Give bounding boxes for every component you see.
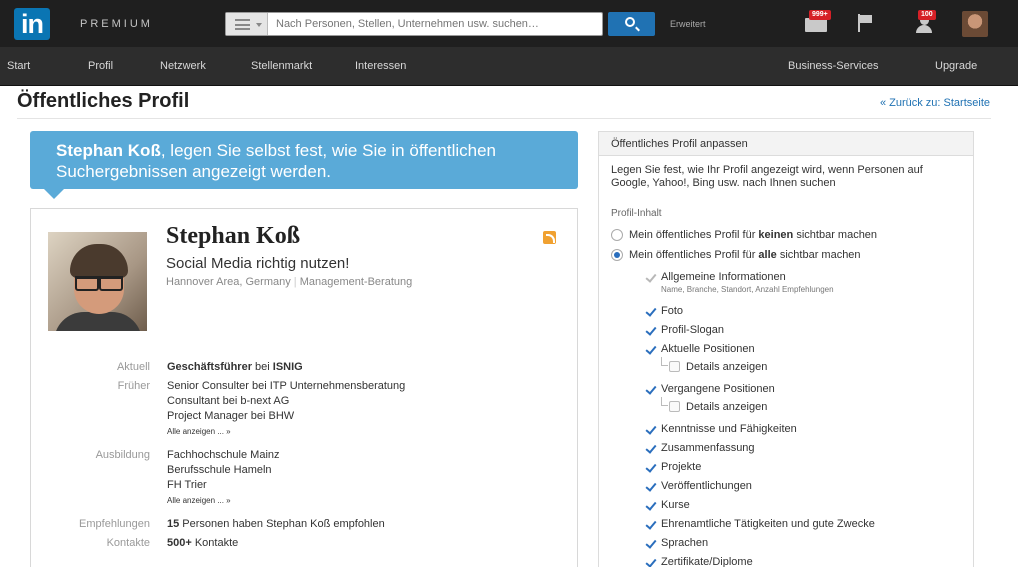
main-nav: Start Profil Netzwerk Stellenmarkt Inter… (0, 47, 1018, 86)
checkbox-past-details[interactable] (669, 401, 680, 412)
list-icon (235, 19, 250, 30)
panel-description: Legen Sie fest, wie Ihr Profil angezeigt… (611, 164, 923, 189)
checkbox-general (646, 271, 657, 282)
visibility-all-radio[interactable] (611, 249, 623, 261)
section-label: Profil-Inhalt (611, 208, 662, 219)
label-kontakte: Kontakte (106, 537, 150, 549)
checkbox-certificates[interactable] (646, 556, 657, 567)
search-button[interactable] (608, 12, 655, 36)
item-general: Allgemeine Informationen (661, 271, 786, 283)
label-empfehlungen: Empfehlungen (79, 518, 150, 530)
user-avatar[interactable] (962, 11, 988, 37)
checkbox-languages[interactable] (646, 537, 657, 548)
info-callout: Stephan Koß, legen Sie selbst fest, wie … (30, 131, 578, 189)
item-general-sub: Name, Branche, Standort, Anzahl Empfehlu… (661, 285, 834, 294)
panel-title: Öffentliches Profil anpassen (599, 132, 973, 156)
profile-location: Hannover Area, Germany (166, 276, 291, 288)
past-position: Consultant bei b-next AG (167, 395, 290, 407)
checkbox-publications[interactable] (646, 480, 657, 491)
search-input[interactable] (272, 13, 598, 35)
checkbox-past[interactable] (646, 383, 657, 394)
search-icon (625, 17, 635, 27)
profile-photo (48, 232, 147, 331)
chevron-down-icon (256, 23, 262, 27)
item-courses[interactable]: Kurse (661, 499, 690, 511)
inbox-button[interactable]: 999+ (803, 10, 831, 32)
checkbox-projects[interactable] (646, 461, 657, 472)
item-current-details[interactable]: Details anzeigen (686, 361, 767, 373)
checkbox-foto[interactable] (646, 305, 657, 316)
current-position: Geschäftsführer bei ISNIG (167, 361, 303, 373)
item-languages[interactable]: Sprachen (661, 537, 708, 549)
item-certificates[interactable]: Zertifikate/Diplome (661, 556, 753, 567)
item-publications[interactable]: Veröffentlichungen (661, 480, 752, 492)
label-aktuell: Aktuell (116, 361, 150, 373)
item-projects[interactable]: Projekte (661, 461, 701, 473)
profile-industry: Management-Beratung (299, 276, 413, 288)
show-all-past-link[interactable]: Alle anzeigen ... » (167, 427, 231, 436)
customize-profile-panel: Öffentliches Profil anpassen Legen Sie f… (598, 131, 974, 567)
past-position: Project Manager bei BHW (167, 410, 295, 422)
past-position: Senior Consulter bei ITP Unternehmensber… (167, 380, 406, 392)
nav-profil[interactable]: Profil (88, 60, 113, 72)
item-past-details[interactable]: Details anzeigen (686, 401, 767, 413)
nav-interessen[interactable]: Interessen (355, 60, 406, 72)
education-item: Berufsschule Hameln (167, 464, 272, 476)
checkbox-current[interactable] (646, 343, 657, 354)
meta-separator: | (293, 276, 297, 288)
page-title: Öffentliches Profil (17, 90, 190, 112)
connections-count: 500+ Kontakte (167, 537, 239, 549)
item-slogan[interactable]: Profil-Slogan (661, 324, 724, 336)
visibility-none-radio[interactable] (611, 229, 623, 241)
profile-headline: Social Media richtig nutzen! (166, 255, 350, 272)
advanced-search-link[interactable]: Erweitert (670, 19, 706, 29)
checkbox-volunteer[interactable] (646, 518, 657, 529)
search-type-dropdown[interactable] (226, 13, 268, 35)
visibility-none-label[interactable]: Mein öffentliches Profil für keinen sich… (629, 229, 877, 241)
checkbox-courses[interactable] (646, 499, 657, 510)
label-ausbildung: Ausbildung (95, 449, 150, 461)
education-item: FH Trier (167, 479, 207, 491)
linkedin-logo[interactable]: in (14, 8, 50, 40)
contacts-button[interactable]: 100 (913, 10, 936, 34)
checkbox-summary[interactable] (646, 442, 657, 453)
contacts-badge: 100 (918, 10, 936, 20)
callout-pointer (44, 189, 64, 199)
nav-stellenmarkt[interactable]: Stellenmarkt (251, 60, 312, 72)
visibility-all-label[interactable]: Mein öffentliches Profil für alle sichtb… (629, 249, 861, 261)
profile-meta: Hannover Area, Germany | Management-Bera… (166, 276, 412, 288)
mail-badge: 999+ (809, 10, 831, 20)
back-to-home-link[interactable]: « Zurück zu: Startseite (880, 97, 990, 109)
label-frueher: Früher (117, 380, 150, 392)
notifications-button[interactable] (855, 12, 875, 34)
rss-icon[interactable] (543, 231, 556, 244)
item-skills[interactable]: Kenntnisse und Fähigkeiten (661, 423, 797, 435)
item-foto[interactable]: Foto (661, 305, 683, 317)
divider (17, 118, 991, 119)
checkbox-slogan[interactable] (646, 324, 657, 335)
recommendations: 15 Personen haben Stephan Koß empfohlen (167, 518, 385, 530)
callout-name: Stephan Koß (56, 141, 161, 160)
nav-upgrade[interactable]: Upgrade (935, 60, 977, 72)
item-current-positions[interactable]: Aktuelle Positionen (661, 343, 755, 355)
item-past-positions[interactable]: Vergangene Positionen (661, 383, 775, 395)
premium-label: PREMIUM (80, 18, 153, 30)
checkbox-current-details[interactable] (669, 361, 680, 372)
search-box (225, 12, 603, 36)
education-item: Fachhochschule Mainz (167, 449, 280, 461)
checkbox-skills[interactable] (646, 423, 657, 434)
item-volunteer[interactable]: Ehrenamtliche Tätigkeiten und gute Zweck… (661, 518, 875, 530)
nav-business-services[interactable]: Business-Services (788, 60, 878, 72)
profile-name: Stephan Koß (166, 223, 301, 249)
top-bar: in PREMIUM Erweitert 999+ 100 (0, 0, 1018, 47)
show-all-education-link[interactable]: Alle anzeigen ... » (167, 496, 231, 505)
item-summary[interactable]: Zusammenfassung (661, 442, 755, 454)
mail-icon (805, 18, 827, 32)
public-profile-card: Stephan Koß Social Media richtig nutzen!… (30, 208, 578, 567)
nav-netzwerk[interactable]: Netzwerk (160, 60, 206, 72)
nav-start[interactable]: Start (7, 60, 30, 72)
